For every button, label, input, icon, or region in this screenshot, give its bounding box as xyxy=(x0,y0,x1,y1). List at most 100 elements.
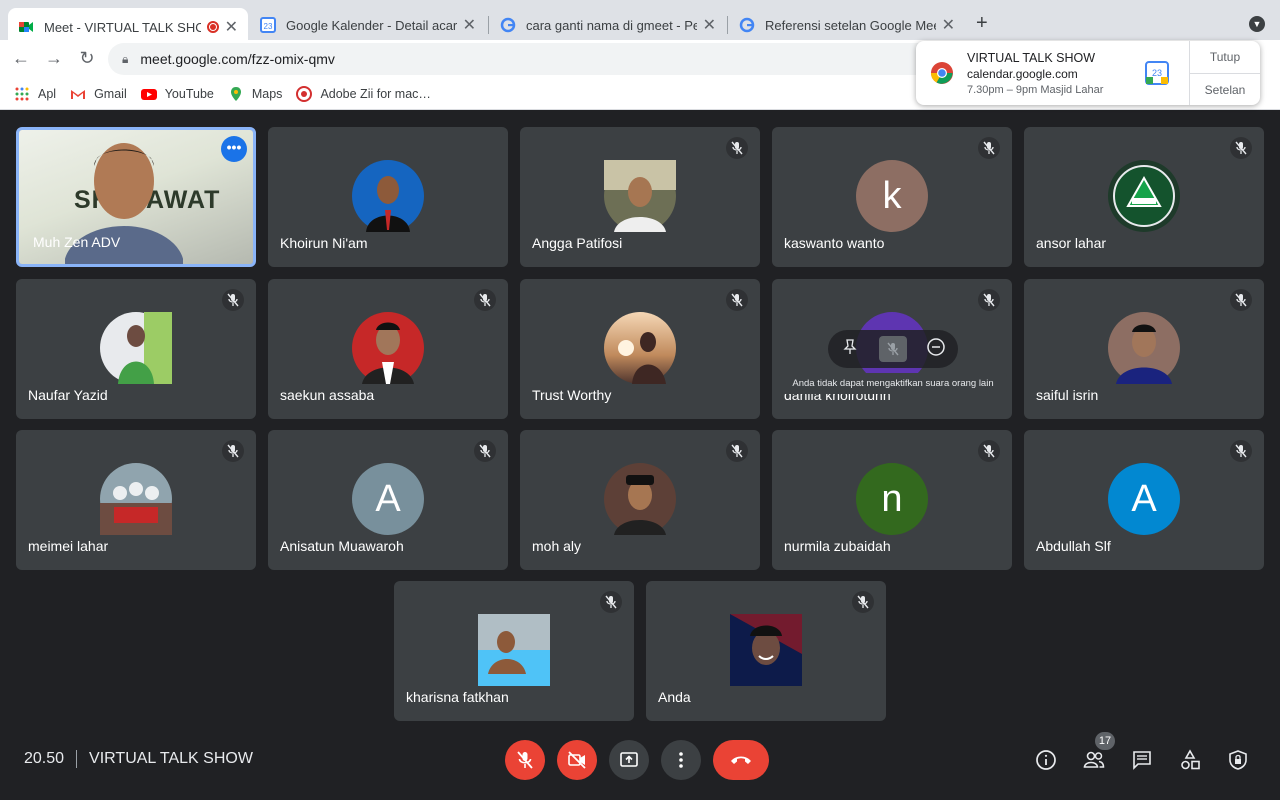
tab-search-gmeet[interactable]: cara ganti nama di gmeet - Per ✕ xyxy=(490,8,726,42)
participant-avatar-initial: A xyxy=(1108,463,1180,535)
participant-name: kharisna fatkhan xyxy=(406,689,509,705)
bookmark-label: Apl xyxy=(38,86,57,101)
show-everyone-button[interactable] xyxy=(1082,748,1106,772)
avatar-photo xyxy=(618,332,666,384)
participant-avatar xyxy=(100,463,172,535)
muted-mic-icon xyxy=(726,137,748,159)
divider xyxy=(76,750,78,768)
participant-avatar xyxy=(604,160,676,232)
avatar-photo xyxy=(366,176,410,232)
participant-avatar-initial: A xyxy=(352,463,424,535)
avatar-photo xyxy=(1116,324,1172,384)
close-tab-icon[interactable]: ✕ xyxy=(942,15,955,35)
participant-tile[interactable]: Anda xyxy=(646,581,886,721)
meeting-details-button[interactable] xyxy=(1034,748,1058,772)
toggle-camera-button[interactable] xyxy=(557,740,597,780)
close-tab-icon[interactable]: ✕ xyxy=(463,15,476,35)
present-screen-button[interactable] xyxy=(609,740,649,780)
participant-tile[interactable]: saiful isrin xyxy=(1024,279,1264,419)
muted-mic-icon xyxy=(726,440,748,462)
close-tab-icon[interactable]: ✕ xyxy=(225,17,238,37)
bookmark-gmail[interactable]: Gmail xyxy=(70,86,127,102)
avatar-photo xyxy=(604,160,676,232)
muted-mic-icon xyxy=(222,289,244,311)
participant-tile[interactable]: SHALAWAT ••• Muh Zen ADV xyxy=(16,127,256,267)
meet-icon xyxy=(19,22,33,32)
avatar-photo xyxy=(118,312,172,384)
participant-tile[interactable]: saekun assaba xyxy=(268,279,508,419)
back-arrow-icon[interactable]: ← xyxy=(10,48,32,69)
calendar-icon: 23 xyxy=(1145,61,1169,85)
ansor-logo-icon xyxy=(1113,165,1175,227)
remove-participant-icon[interactable] xyxy=(922,337,950,362)
google-icon xyxy=(739,17,755,33)
participant-avatar xyxy=(352,160,424,232)
participant-tile[interactable]: ansor lahar xyxy=(1024,127,1264,267)
reload-icon[interactable]: ↻ xyxy=(76,48,98,69)
participant-tile[interactable]: Angga Patifosi xyxy=(520,127,760,267)
lock-icon: 🔒︎ xyxy=(122,51,129,66)
more-options-icon[interactable]: ••• xyxy=(221,136,247,162)
bookmark-maps[interactable]: Maps xyxy=(228,86,282,102)
bookmark-youtube[interactable]: YouTube xyxy=(140,86,214,102)
participant-tile[interactable]: A Anisatun Muawaroh xyxy=(268,430,508,570)
bookmark-apps[interactable]: Apl xyxy=(14,86,56,102)
muted-mic-icon xyxy=(978,289,1000,311)
bookmark-label: Adobe Zii for mac… xyxy=(320,86,431,101)
pin-icon[interactable] xyxy=(836,338,864,360)
url-text: meet.google.com/fzz-omix-qmv xyxy=(140,51,335,67)
participant-tile[interactable]: n nurmila zubaidah xyxy=(772,430,1012,570)
bookmark-label: Gmail xyxy=(94,86,127,101)
participant-tile[interactable]: Naufar Yazid xyxy=(16,279,256,419)
participant-name: Anda xyxy=(658,689,691,705)
tab-meet-settings[interactable]: Referensi setelan Google Meet ✕ xyxy=(729,8,965,42)
notification-settings-button[interactable]: Setelan xyxy=(1190,73,1260,105)
participant-avatar xyxy=(1108,312,1180,384)
activities-button[interactable] xyxy=(1178,748,1202,772)
present-screen-icon xyxy=(620,752,638,767)
tab-title: Referensi setelan Google Meet xyxy=(765,17,936,33)
tab-title: Meet - VIRTUAL TALK SHO xyxy=(44,19,201,35)
more-options-button[interactable] xyxy=(661,740,701,780)
avatar-photo xyxy=(100,482,172,535)
participant-tile[interactable]: Khoirun Ni'am xyxy=(268,127,508,267)
participant-name: Khoirun Ni'am xyxy=(280,235,368,251)
participant-avatar xyxy=(352,312,424,384)
mute-participant-icon[interactable] xyxy=(878,336,907,362)
host-controls-button[interactable] xyxy=(1226,748,1250,772)
participant-tile[interactable]: moh aly xyxy=(520,430,760,570)
participant-name: Angga Patifosi xyxy=(532,235,623,251)
forward-arrow-icon[interactable]: → xyxy=(43,48,65,69)
participant-name: Abdullah Slf xyxy=(1036,538,1111,554)
new-tab-plus-icon[interactable]: + xyxy=(976,12,988,35)
participant-avatar xyxy=(730,614,802,686)
tooltip: Anda tidak dapat mengaktifkan suara oran… xyxy=(779,373,1007,394)
participant-tile[interactable]: kharisna fatkhan xyxy=(394,581,634,721)
camera-off-icon xyxy=(568,751,586,769)
close-tab-icon[interactable]: ✕ xyxy=(703,15,716,35)
tab-search-chevron-icon[interactable]: ▼ xyxy=(1249,16,1265,32)
gmail-icon xyxy=(71,89,86,99)
participant-tile[interactable]: Trust Worthy xyxy=(520,279,760,419)
participant-tile[interactable]: meimei lahar xyxy=(16,430,256,570)
tab-title: cara ganti nama di gmeet - Per xyxy=(526,17,697,33)
participant-avatar xyxy=(604,312,676,384)
bookmark-adobe-zii[interactable]: Adobe Zii for mac… xyxy=(296,85,431,102)
tab-calendar[interactable]: 23 Google Kalender - Detail acara ✕ xyxy=(250,8,486,42)
maps-icon xyxy=(230,86,241,101)
leave-call-button[interactable] xyxy=(713,740,769,780)
participant-tile[interactable]: A Abdullah Slf xyxy=(1024,430,1264,570)
notification-message: 7.30pm – 9pm Masjid Lahar xyxy=(967,84,1104,96)
hang-up-icon xyxy=(731,756,751,764)
toggle-mic-button[interactable] xyxy=(505,740,545,780)
notification-close-button[interactable]: Tutup xyxy=(1190,41,1260,73)
calendar-notification[interactable]: VIRTUAL TALK SHOW calendar.google.com 7.… xyxy=(916,41,1260,105)
people-icon xyxy=(1083,751,1105,768)
participant-name: ansor lahar xyxy=(1036,235,1107,251)
muted-mic-icon xyxy=(1230,289,1252,311)
participant-tile[interactable]: k kaswanto wanto xyxy=(772,127,1012,267)
chat-button[interactable] xyxy=(1130,748,1154,772)
tab-divider xyxy=(488,16,489,34)
apps-grid-icon xyxy=(15,87,29,100)
muted-mic-icon xyxy=(726,289,748,311)
